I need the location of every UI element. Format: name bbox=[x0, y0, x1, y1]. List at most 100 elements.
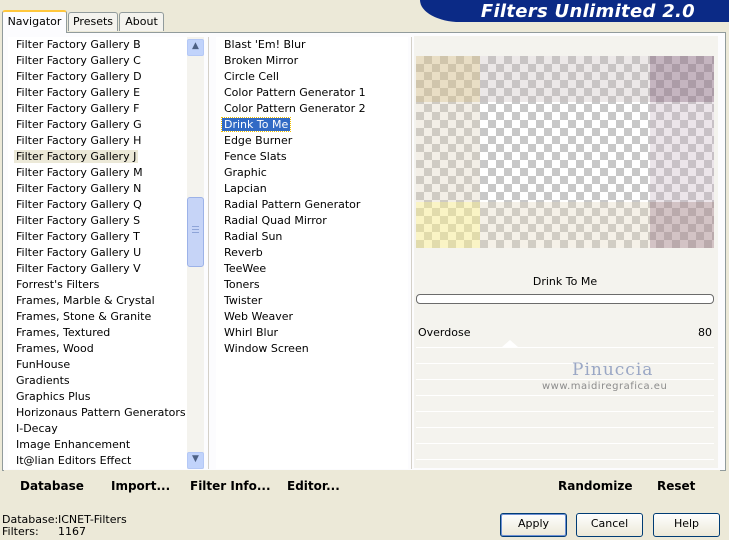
category-item-label: Frames, Wood bbox=[16, 342, 94, 355]
category-item[interactable]: Gradients bbox=[8, 373, 188, 389]
category-item-label: Filter Factory Gallery S bbox=[16, 214, 141, 227]
apply-button[interactable]: Apply bbox=[500, 513, 567, 537]
preview-tint bbox=[416, 56, 480, 102]
tab-navigator[interactable]: Navigator bbox=[2, 10, 67, 33]
category-item-label: FunHouse bbox=[16, 358, 71, 371]
filter-info-button[interactable]: Filter Info... bbox=[190, 479, 271, 493]
category-item[interactable]: It@lian Editors Effect bbox=[8, 453, 188, 469]
category-item-label: Filter Factory Gallery N bbox=[16, 182, 142, 195]
filter-item-label: Broken Mirror bbox=[224, 54, 299, 67]
tab-about[interactable]: About bbox=[119, 12, 164, 31]
filter-item[interactable]: Graphic bbox=[216, 165, 408, 181]
filter-item[interactable]: Web Weaver bbox=[216, 309, 408, 325]
status-filters: Filters: 1167 bbox=[2, 525, 86, 538]
tab-presets[interactable]: Presets bbox=[68, 12, 118, 31]
category-item[interactable]: FunHouse bbox=[8, 357, 188, 373]
database-button[interactable]: Database bbox=[20, 479, 84, 493]
filter-item[interactable]: Color Pattern Generator 2 bbox=[216, 101, 408, 117]
preview-tint bbox=[650, 202, 714, 248]
category-item[interactable]: Frames, Textured bbox=[8, 325, 188, 341]
watermark-url: www.maidiregrafica.eu bbox=[542, 381, 668, 392]
filter-item[interactable]: Twister bbox=[216, 293, 408, 309]
filter-item-label: Edge Burner bbox=[224, 134, 293, 147]
category-item-label: Filter Factory Gallery G bbox=[16, 118, 142, 131]
filter-item[interactable]: Color Pattern Generator 1 bbox=[216, 85, 408, 101]
filter-item[interactable]: Radial Sun bbox=[216, 229, 408, 245]
divider bbox=[208, 37, 209, 469]
category-list[interactable]: Filter Factory Gallery B Filter Factory G… bbox=[8, 37, 188, 469]
filter-item[interactable]: Reverb bbox=[216, 245, 408, 261]
scroll-down-button[interactable]: ▼ bbox=[187, 452, 204, 469]
category-item-label: Filter Factory Gallery M bbox=[16, 166, 143, 179]
filter-item[interactable]: Drink To Me bbox=[216, 117, 408, 133]
category-item[interactable]: I-Decay bbox=[8, 421, 188, 437]
filter-item[interactable]: Fence Slats bbox=[216, 149, 408, 165]
category-item-label: Forrest's Filters bbox=[16, 278, 100, 291]
preview-image[interactable] bbox=[416, 56, 714, 248]
filter-item[interactable]: TeeWee bbox=[216, 261, 408, 277]
filter-item[interactable]: Radial Pattern Generator bbox=[216, 197, 408, 213]
editor-button[interactable]: Editor... bbox=[287, 479, 340, 493]
category-item[interactable]: Filter Factory Gallery G bbox=[8, 117, 188, 133]
category-item[interactable]: Filter Factory Gallery C bbox=[8, 53, 188, 69]
category-item[interactable]: Filter Factory Gallery D bbox=[8, 69, 188, 85]
category-item[interactable]: Image Enhancement bbox=[8, 437, 188, 453]
category-item[interactable]: Filter Factory Gallery Q bbox=[8, 197, 188, 213]
category-item[interactable]: Filter Factory Gallery N bbox=[8, 181, 188, 197]
category-item[interactable]: Graphics Plus bbox=[8, 389, 188, 405]
category-item[interactable]: Filter Factory Gallery V bbox=[8, 261, 188, 277]
slider-thumb[interactable] bbox=[502, 340, 518, 347]
scroll-up-button[interactable]: ▲ bbox=[187, 39, 204, 56]
filter-count: 1167 bbox=[58, 525, 86, 538]
filter-item[interactable]: Circle Cell bbox=[216, 69, 408, 85]
import-button[interactable]: Import... bbox=[111, 479, 170, 493]
category-item[interactable]: Forrest's Filters bbox=[8, 277, 188, 293]
filter-item-label: Circle Cell bbox=[224, 70, 279, 83]
filter-item[interactable]: Edge Burner bbox=[216, 133, 408, 149]
category-item[interactable]: Frames, Wood bbox=[8, 341, 188, 357]
filter-item[interactable]: Whirl Blur bbox=[216, 325, 408, 341]
filter-item[interactable]: Lapcian bbox=[216, 181, 408, 197]
chevron-down-icon: ▼ bbox=[192, 454, 199, 464]
progress-bar bbox=[416, 294, 714, 304]
filter-list[interactable]: Blast 'Em! Blur Broken Mirror Circle Cell C… bbox=[216, 37, 408, 469]
category-item[interactable]: Filter Factory Gallery M bbox=[8, 165, 188, 181]
category-item-label: I-Decay bbox=[16, 422, 58, 435]
filter-item[interactable]: Toners bbox=[216, 277, 408, 293]
category-item[interactable]: Filter Factory Gallery E bbox=[8, 85, 188, 101]
divider bbox=[416, 363, 714, 364]
category-item[interactable]: Filter Factory Gallery T bbox=[8, 229, 188, 245]
filter-item-label: Window Screen bbox=[224, 342, 309, 355]
status-label: Filters: bbox=[2, 525, 39, 538]
filter-item[interactable]: Radial Quad Mirror bbox=[216, 213, 408, 229]
category-scrollbar[interactable]: ▲ ▼ bbox=[187, 37, 204, 469]
cancel-button[interactable]: Cancel bbox=[576, 513, 643, 537]
category-item[interactable]: Filter Factory Gallery F bbox=[8, 101, 188, 117]
randomize-button[interactable]: Randomize bbox=[558, 479, 632, 493]
category-item[interactable]: Frames, Marble & Crystal bbox=[8, 293, 188, 309]
category-item[interactable]: Filter Factory Gallery H bbox=[8, 133, 188, 149]
filter-item[interactable]: Broken Mirror bbox=[216, 53, 408, 69]
category-item-label: Filter Factory Gallery E bbox=[16, 86, 141, 99]
category-item-label: Graphics Plus bbox=[16, 390, 91, 403]
category-item[interactable]: Filter Factory Gallery U bbox=[8, 245, 188, 261]
scrollbar-thumb[interactable] bbox=[187, 197, 204, 267]
category-item-label: Filter Factory Gallery Q bbox=[16, 198, 142, 211]
preview-tint bbox=[480, 56, 650, 102]
filter-item-label: Whirl Blur bbox=[224, 326, 279, 339]
category-item[interactable]: Frames, Stone & Granite bbox=[8, 309, 188, 325]
filter-item-label: Lapcian bbox=[224, 182, 267, 195]
category-item[interactable]: Filter Factory Gallery J bbox=[8, 149, 188, 165]
filter-item[interactable]: Window Screen bbox=[216, 341, 408, 357]
category-item[interactable]: Horizonaus Pattern Generators bbox=[8, 405, 188, 421]
category-item[interactable]: Filter Factory Gallery S bbox=[8, 213, 188, 229]
category-item-label: Filter Factory Gallery F bbox=[16, 102, 140, 115]
parameter-area: Overdose 80 bbox=[416, 324, 714, 464]
help-button[interactable]: Help bbox=[653, 513, 720, 537]
action-bar: Database Import... Filter Info... Editor… bbox=[4, 470, 720, 498]
filter-item[interactable]: Blast 'Em! Blur bbox=[216, 37, 408, 53]
reset-button[interactable]: Reset bbox=[657, 479, 695, 493]
category-item[interactable]: Filter Factory Gallery B bbox=[8, 37, 188, 53]
divider bbox=[416, 395, 714, 396]
category-item-label: Image Enhancement bbox=[16, 438, 131, 451]
